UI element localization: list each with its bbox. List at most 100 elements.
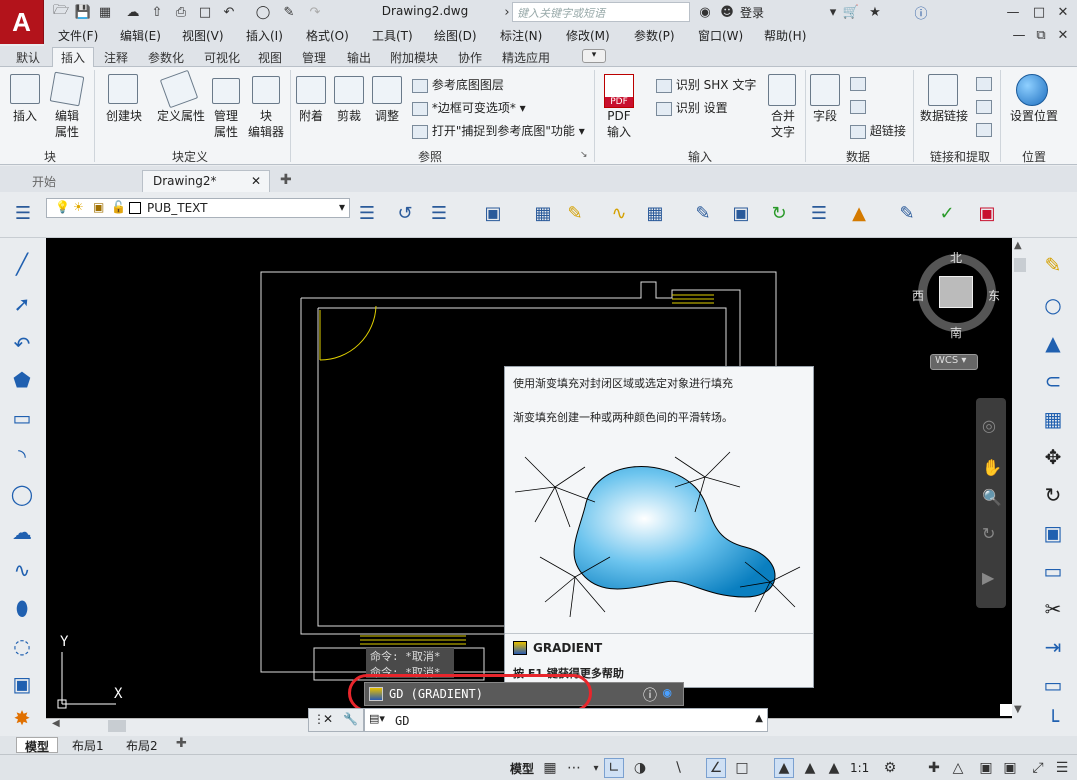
import-panel-title[interactable]: 输入 xyxy=(680,148,720,165)
data-link-icon[interactable] xyxy=(928,74,958,106)
edit-attribute-label-2[interactable]: 属性 xyxy=(50,124,84,140)
spline-curve-icon[interactable]: ∿ xyxy=(6,556,38,584)
erase-icon[interactable]: ✎ xyxy=(1036,250,1070,280)
isolate-objects-icon[interactable]: △ xyxy=(948,758,968,778)
arc-icon[interactable]: ◝ xyxy=(6,442,38,470)
line-icon[interactable]: ╱ xyxy=(6,250,38,278)
notepad-icon[interactable]: ✎ xyxy=(894,198,920,228)
annotation-scale-dropdown[interactable]: 1:1 xyxy=(850,761,869,775)
annotation-visibility-icon[interactable]: ▲ xyxy=(774,758,794,778)
insert-block-button[interactable]: 插入 xyxy=(10,108,40,124)
spell-check-icon[interactable] xyxy=(850,76,866,91)
scroll-up-icon[interactable]: ▲ xyxy=(1014,240,1022,251)
recognize-settings-button[interactable]: 识别 设置 xyxy=(656,99,728,116)
tab-default[interactable]: 默认 xyxy=(16,49,40,66)
object-snap-tracking-icon[interactable]: ∠ xyxy=(706,758,726,778)
cart-icon[interactable]: 🛒 xyxy=(842,3,860,21)
pan-icon[interactable]: ✋ xyxy=(982,458,1002,477)
make-current-icon[interactable]: ☰ xyxy=(354,198,380,228)
rectangle-icon[interactable]: ▭ xyxy=(6,404,38,432)
adjust-button[interactable]: 调整 xyxy=(368,108,406,124)
menu-parametric[interactable]: 参数(P) xyxy=(634,27,675,44)
pdf-import-label-2[interactable]: 输入 xyxy=(600,124,638,140)
tab-layout1[interactable]: 布局1 xyxy=(64,737,112,753)
insert-block-icon[interactable] xyxy=(10,74,40,104)
command-prompt-icon[interactable]: ▤▾ xyxy=(369,712,385,725)
manage-attributes-label-1[interactable]: 管理 xyxy=(208,108,244,124)
layer-states-icon[interactable]: ☰ xyxy=(426,198,452,228)
minimize-doc-icon[interactable]: — xyxy=(1010,26,1028,44)
link-extract-panel-title[interactable]: 链接和提取 xyxy=(922,148,998,165)
make-block-icon[interactable]: ✸ xyxy=(6,704,38,732)
binoculars-icon[interactable]: ◉ xyxy=(696,3,714,21)
construction-line-icon[interactable]: ➚ xyxy=(6,290,38,318)
tab-view[interactable]: 视图 xyxy=(258,49,282,66)
snap-underlay-dropdown[interactable]: 打开"捕捉到参考底图"功能 ▾ xyxy=(412,122,585,139)
trim-icon[interactable]: ✂ xyxy=(1036,594,1070,624)
plot-icon[interactable]: □ xyxy=(196,3,214,21)
edit-attribute-icon[interactable] xyxy=(49,71,85,107)
share-icon[interactable]: ◯ xyxy=(254,3,272,21)
rotate-icon[interactable]: ↻ xyxy=(1036,480,1070,510)
help-icon[interactable]: ⓘ xyxy=(912,3,930,22)
new-tab-icon[interactable]: ✚ xyxy=(280,172,292,188)
fullscreen-icon[interactable]: ⤢ xyxy=(1028,758,1048,778)
polyline-icon[interactable]: ↶ xyxy=(6,330,38,358)
isodraft-icon[interactable]: ∖ xyxy=(668,758,688,778)
model-space-toggle[interactable]: 模型 xyxy=(510,760,534,777)
combine-text-label-2[interactable]: 文字 xyxy=(764,124,802,140)
clip-icon[interactable] xyxy=(334,76,364,104)
polygon-icon[interactable]: ⬟ xyxy=(6,366,38,394)
menu-insert[interactable]: 插入(I) xyxy=(246,27,283,44)
showmotion-icon[interactable]: ▶ xyxy=(982,568,994,587)
vscroll-thumb[interactable] xyxy=(1014,258,1026,272)
tab-drawing2[interactable]: Drawing2* ✕ xyxy=(142,170,270,192)
upload-icon[interactable]: ⇧ xyxy=(148,3,166,21)
data-panel-title[interactable]: 数据 xyxy=(836,148,880,165)
clean-screen-icon[interactable]: ▣ xyxy=(1000,758,1020,778)
search-input[interactable]: 键入关键字或短语 xyxy=(512,2,690,22)
viewport-icon[interactable]: ▣ xyxy=(480,198,506,228)
menu-window[interactable]: 窗口(W) xyxy=(698,27,743,44)
tab-visualize[interactable]: 可视化 xyxy=(204,49,240,66)
set-location-button[interactable]: 设置位置 xyxy=(1006,108,1062,124)
print-icon[interactable]: ⎙ xyxy=(172,3,190,21)
array-icon[interactable]: ▦ xyxy=(642,198,668,228)
mirror-icon[interactable]: ▲ xyxy=(1036,328,1070,358)
adjust-icon[interactable] xyxy=(372,76,402,104)
app-logo-button[interactable]: A xyxy=(0,0,44,44)
wcs-dropdown[interactable]: WCS ▾ xyxy=(930,354,978,370)
menu-draw[interactable]: 绘图(D) xyxy=(434,27,477,44)
ellipse-icon[interactable]: ⬮ xyxy=(6,594,38,622)
tab-start[interactable]: 开始 xyxy=(22,170,66,192)
customize-icon[interactable]: 🔧 xyxy=(343,712,358,726)
viewcube-top-face[interactable] xyxy=(939,276,973,308)
layer-properties-icon[interactable]: ☰ xyxy=(10,198,36,228)
layer-previous-icon[interactable]: ↺ xyxy=(392,198,418,228)
scale-icon[interactable]: ▣ xyxy=(1036,518,1070,548)
array-tool-icon[interactable]: ▦ xyxy=(1036,404,1070,434)
steering-wheel-icon[interactable]: ◎ xyxy=(982,416,996,435)
combine-text-icon[interactable] xyxy=(768,74,796,106)
pdf-import-icon[interactable]: PDF xyxy=(604,74,634,108)
tab-annotate[interactable]: 注释 xyxy=(104,49,128,66)
recognize-shx-button[interactable]: 识别 SHX 文字 xyxy=(656,76,756,93)
tab-featured-apps[interactable]: 精选应用 xyxy=(502,49,550,66)
hatch-icon[interactable]: ▦ xyxy=(530,198,556,228)
maximize-icon[interactable]: □ xyxy=(1030,3,1048,21)
block-panel-title[interactable]: 块 xyxy=(20,148,80,165)
hardware-accel-icon[interactable]: ▣ xyxy=(976,758,996,778)
ribbon-minimize-icon[interactable]: ▾ xyxy=(582,49,606,63)
manage-attributes-icon[interactable] xyxy=(212,78,240,104)
tab-insert[interactable]: 插入 xyxy=(52,47,95,68)
menu-dimension[interactable]: 标注(N) xyxy=(500,27,542,44)
internet-search-icon[interactable]: ◉ xyxy=(663,685,671,701)
pdf-import-label-1[interactable]: PDF xyxy=(600,108,638,124)
create-block-icon[interactable] xyxy=(108,74,138,104)
attach-button[interactable]: 附着 xyxy=(292,108,330,124)
define-attribute-button[interactable]: 定义属性 xyxy=(152,108,210,124)
close-command-icon[interactable]: ✕ xyxy=(323,712,333,726)
menu-file[interactable]: 文件(F) xyxy=(58,27,98,44)
command-input[interactable]: ▤▾ GD ▲ xyxy=(364,708,768,732)
web-mobile-icon[interactable]: ☁ xyxy=(124,3,142,21)
